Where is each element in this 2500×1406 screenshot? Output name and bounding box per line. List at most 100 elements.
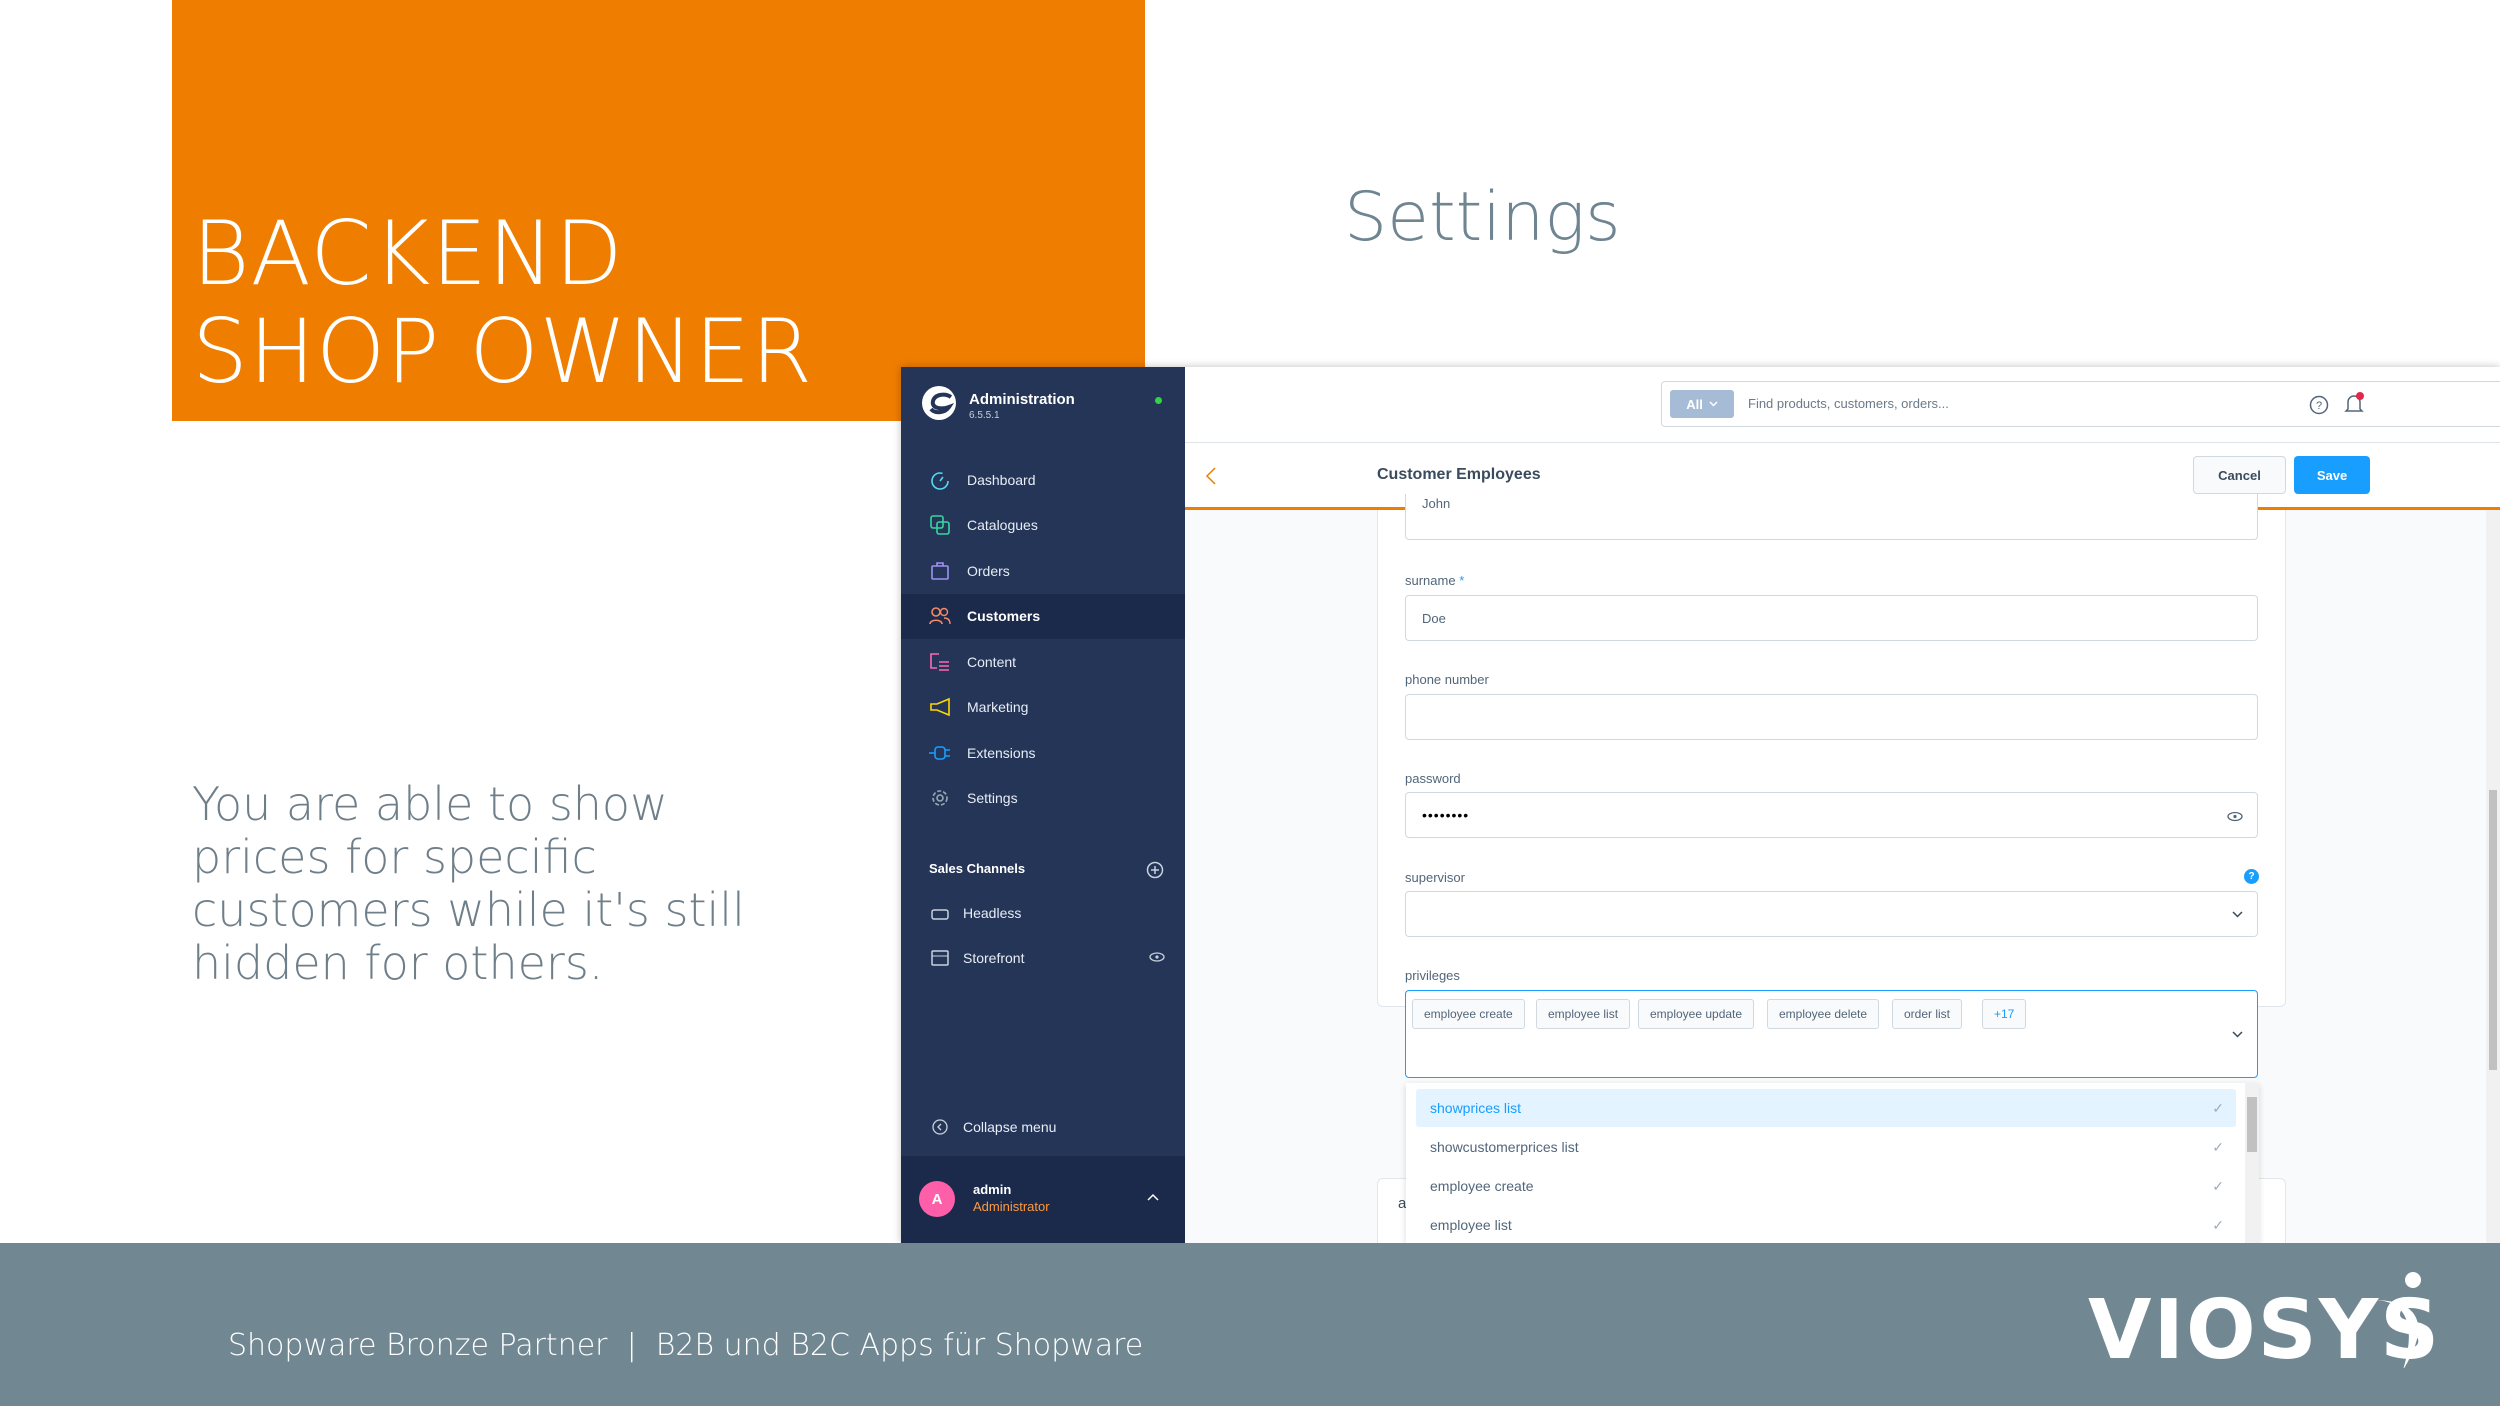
sidebar-item-catalogues[interactable]: Catalogues — [901, 503, 1185, 548]
surname-label: surname * — [1405, 573, 1464, 588]
privilege-tag[interactable]: employee list — [1536, 999, 1631, 1029]
gauge-icon — [929, 469, 951, 491]
app-title: Administration — [969, 391, 1075, 408]
collapse-menu-button[interactable]: Collapse menu — [901, 1104, 1185, 1149]
sidebar-item-customers[interactable]: Customers — [901, 593, 1185, 639]
add-sales-channel-icon[interactable] — [1146, 861, 1164, 879]
sidebar-item-label: Dashboard — [967, 471, 1036, 488]
user-role: Administrator — [973, 1199, 1050, 1214]
basket-icon — [929, 902, 951, 924]
privilege-tag[interactable]: order list — [1892, 999, 1963, 1029]
top-bar: All Find products, customers, orders... … — [1185, 367, 2500, 443]
password-label: password — [1405, 771, 1461, 786]
privilege-option[interactable]: employee create ✓ — [1416, 1167, 2236, 1205]
option-label: showprices list — [1430, 1100, 1522, 1116]
hero-title: BACKEND SHOP OWNER — [192, 202, 814, 403]
chevron-left-circle-icon — [929, 1116, 951, 1138]
sidebar-item-settings[interactable]: Settings — [901, 776, 1185, 821]
gear-icon — [929, 787, 951, 809]
help-tooltip-icon[interactable]: ? — [2244, 869, 2259, 884]
sidebar-item-label: Catalogues — [967, 517, 1038, 533]
phone-label: phone number — [1405, 672, 1489, 687]
option-label: employee list — [1430, 1217, 1512, 1233]
shopware-logo-icon — [922, 386, 956, 420]
cancel-button[interactable]: Cancel — [2193, 456, 2286, 494]
footer-text: Shopware Bronze Partner | B2B und B2C Ap… — [228, 1328, 1144, 1363]
eye-icon[interactable] — [1149, 951, 1165, 963]
sidebar-item-label: Orders — [967, 562, 1010, 579]
notification-bell-icon[interactable] — [2343, 391, 2365, 415]
surname-label-text: surname — [1405, 573, 1456, 588]
page-scrollbar[interactable] — [2486, 510, 2500, 1243]
required-marker: * — [1459, 573, 1465, 588]
option-label: employee create — [1430, 1178, 1534, 1194]
privilege-tag[interactable]: employee create — [1412, 999, 1525, 1029]
help-icon[interactable]: ? — [2309, 395, 2329, 415]
sidebar-item-label: Marketing — [967, 699, 1029, 715]
shopping-bag-icon — [929, 560, 951, 582]
sales-channel-headless[interactable]: Headless — [901, 890, 1185, 935]
privilege-tag[interactable]: employee update — [1638, 999, 1755, 1029]
password-value: •••••••• — [1422, 807, 1470, 823]
plug-icon — [929, 742, 951, 764]
search-scope-select[interactable]: All — [1670, 390, 1734, 418]
section-title: Settings — [1344, 178, 1621, 257]
megaphone-icon — [929, 696, 951, 718]
back-arrow-icon[interactable] — [1205, 467, 1217, 485]
supervisor-label: supervisor — [1405, 870, 1465, 885]
svg-text:?: ? — [2316, 400, 2322, 412]
viosys-logo: VIOSYS — [2088, 1272, 2438, 1368]
dropdown-scrollbar[interactable] — [2245, 1083, 2259, 1243]
sales-channel-storefront[interactable]: Storefront — [901, 935, 1185, 980]
chevron-down-icon — [2232, 1031, 2243, 1038]
privilege-option[interactable]: employee list ✓ — [1416, 1206, 2236, 1243]
checkmark-icon: ✓ — [2212, 1216, 2224, 1233]
more-tags-badge[interactable]: +17 — [1982, 999, 2027, 1029]
privilege-option[interactable]: showprices list ✓ — [1416, 1089, 2236, 1127]
admin-screenshot: Administration 6.5.5.1 Dashboard Catalogu… — [901, 367, 2500, 1243]
privilege-option[interactable]: showcustomerprices list ✓ — [1416, 1128, 2236, 1166]
chevron-down-icon — [1709, 401, 1718, 407]
sidebar-item-label: Extensions — [967, 744, 1036, 761]
show-password-eye-icon[interactable] — [2227, 811, 2243, 822]
search-scope-label: All — [1686, 396, 1703, 412]
option-label: showcustomerprices list — [1430, 1139, 1579, 1155]
sidebar-item-orders[interactable]: Orders — [901, 548, 1185, 593]
sales-channels-title: Sales Channels — [929, 861, 1026, 876]
search-input[interactable]: Find products, customers, orders... — [1748, 396, 1949, 411]
checkmark-icon: ✓ — [2212, 1177, 2224, 1194]
chevron-up-icon — [1147, 1193, 1159, 1201]
checkmark-icon: ✓ — [2212, 1099, 2224, 1116]
chevron-down-icon — [2232, 911, 2243, 918]
sidebar-item-label: Settings — [967, 790, 1018, 806]
checkmark-icon: ✓ — [2212, 1138, 2224, 1155]
first-name-input[interactable]: John — [1405, 494, 2258, 540]
global-search[interactable]: All Find products, customers, orders... — [1661, 381, 2500, 427]
sidebar-item-marketing[interactable]: Marketing — [901, 685, 1185, 730]
sales-channel-label: Storefront — [963, 949, 1025, 966]
privileges-dropdown: showprices list ✓ showcustomerprices list ✓… — [1406, 1083, 2259, 1243]
user-menu[interactable]: A admin Administrator — [901, 1156, 1185, 1243]
privileges-label: privileges — [1405, 968, 1460, 983]
supervisor-select[interactable] — [1405, 891, 2258, 937]
sidebar-item-content[interactable]: Content — [901, 639, 1185, 684]
storefront-icon — [929, 947, 951, 969]
collapse-label: Collapse menu — [963, 1118, 1057, 1135]
logo-text: VIOSYS — [2088, 1283, 2438, 1368]
privileges-multiselect[interactable]: employee create employee list employee upd… — [1405, 990, 2258, 1078]
surname-input[interactable]: Doe — [1405, 595, 2258, 641]
password-input[interactable]: •••••••• — [1405, 792, 2258, 838]
description: You are able to show prices for specific… — [192, 777, 745, 990]
catalogue-icon — [929, 514, 951, 536]
save-button[interactable]: Save — [2294, 456, 2370, 494]
content-icon — [929, 651, 951, 673]
phone-input[interactable] — [1405, 694, 2258, 740]
status-dot — [1155, 397, 1162, 404]
user-name: admin — [973, 1182, 1012, 1197]
sidebar-item-dashboard[interactable]: Dashboard — [901, 457, 1185, 502]
users-icon — [929, 605, 951, 627]
sidebar: Administration 6.5.5.1 Dashboard Catalogu… — [901, 367, 1185, 1243]
privilege-tag[interactable]: employee delete — [1767, 999, 1880, 1029]
sidebar-item-extensions[interactable]: Extensions — [901, 730, 1185, 775]
page-title: Customer Employees — [1377, 466, 1541, 483]
